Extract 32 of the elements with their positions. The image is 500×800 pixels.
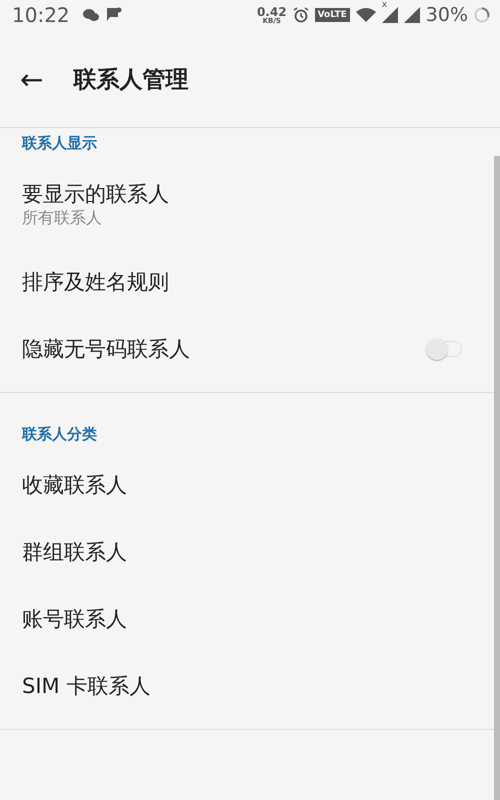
signal-icon	[382, 7, 398, 23]
battery-ring-icon	[474, 7, 490, 23]
settings-item[interactable]: 群组联系人	[0, 518, 494, 585]
settings-item[interactable]: 账号联系人	[0, 585, 494, 652]
item-title: 账号联系人	[22, 606, 127, 632]
wifi-icon	[356, 8, 376, 22]
signal-icon	[404, 7, 420, 23]
settings-item[interactable]: 隐藏无号码联系人	[0, 315, 494, 382]
item-title: 排序及姓名规则	[22, 268, 169, 296]
volte-badge: VoLTE	[314, 8, 350, 22]
chat-icon	[82, 7, 100, 23]
section-header: 联系人显示	[20, 133, 98, 154]
status-time: 10:22	[12, 3, 70, 27]
network-speed: 0.42	[256, 6, 287, 18]
settings-item[interactable]: SIM 卡联系人	[0, 652, 494, 719]
item-title: 要显示的联系人	[22, 180, 169, 208]
alarm-icon	[292, 7, 309, 23]
page-title: 联系人管理	[73, 66, 188, 94]
item-title: 收藏联系人	[22, 472, 127, 498]
settings-item[interactable]: 排序及姓名规则	[0, 248, 494, 315]
item-title: 群组联系人	[22, 538, 127, 566]
settings-item[interactable]: 收藏联系人	[0, 451, 494, 518]
message-icon	[106, 7, 122, 23]
scrollbar[interactable]	[494, 156, 500, 800]
settings-item[interactable]: 要显示的联系人 所有联系人	[0, 160, 494, 248]
item-title: SIM 卡联系人	[22, 672, 150, 700]
section-header: 联系人分类	[20, 424, 98, 445]
item-title: 隐藏无号码联系人	[22, 336, 191, 362]
back-button[interactable]: ←	[16, 62, 48, 96]
no-service-mark: x	[382, 1, 388, 10]
battery-percent: 30%	[426, 4, 468, 26]
item-summary: 所有联系人	[22, 208, 103, 228]
